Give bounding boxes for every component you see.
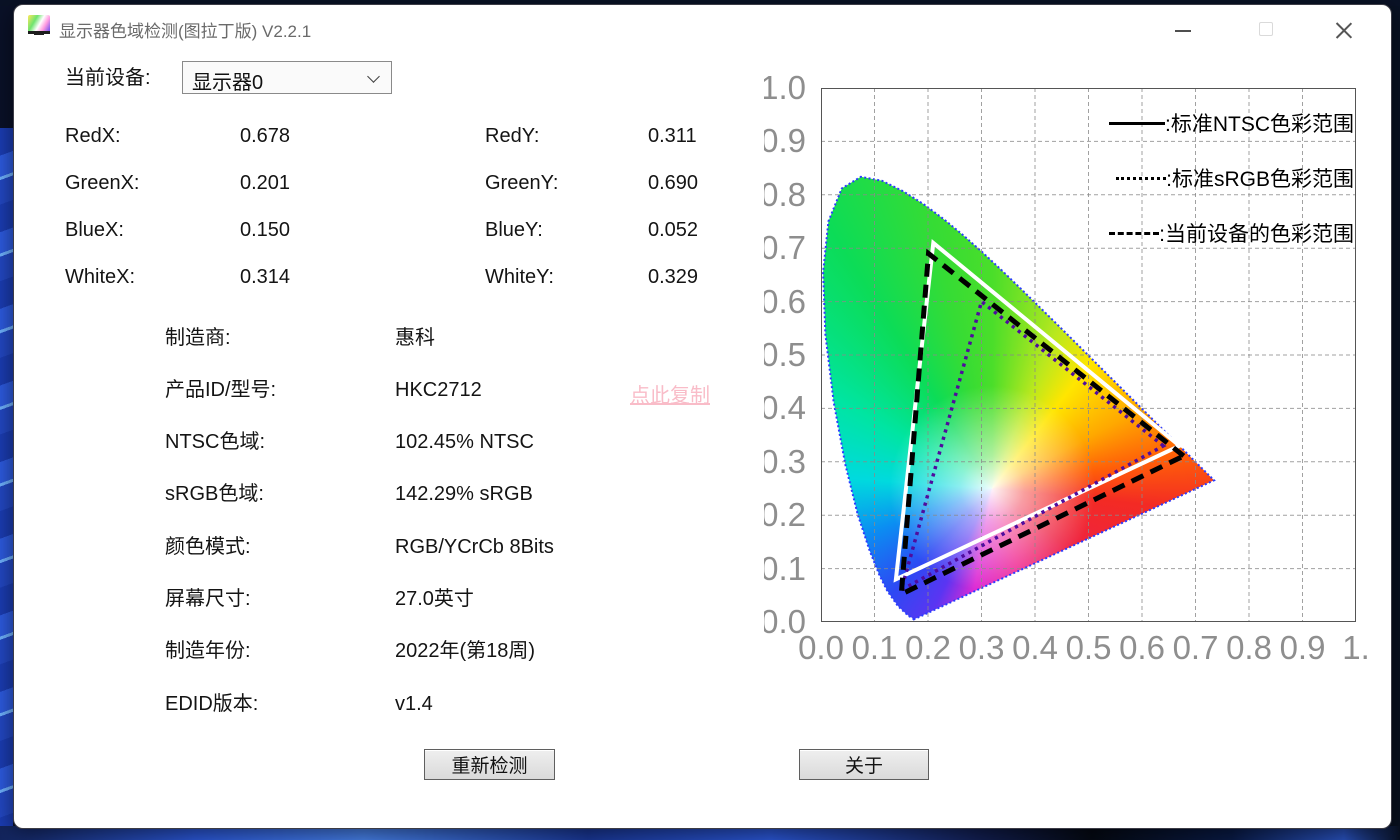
window-title: 显示器色域检测(图拉丁版) V2.2.1 [59,22,312,41]
legend-line-dashed-icon [1109,231,1160,235]
coord-value: 0.201 [240,172,291,194]
legend-item-device: :当前设备的色彩范围 [1109,218,1354,248]
coord-value: 0.150 [240,219,291,241]
redetect-button[interactable]: 重新检测 [424,749,555,780]
y-axis-tick-label: 0.4 [764,389,806,427]
device-select-value: 显示器0 [192,72,264,94]
maximize-button[interactable] [1249,14,1283,46]
close-button[interactable] [1327,14,1361,46]
info-value: RGB/YCrCb 8Bits [395,536,554,558]
info-value: 惠科 [395,327,435,349]
y-axis-tick-label: 0.7 [764,229,806,267]
y-axis-tick-label: 0.2 [764,496,806,534]
coord-value: 0.678 [240,125,291,147]
info-value: HKC2712 [395,379,482,401]
desktop: { "window": { "title": "显示器色域检测(图拉丁版) V2… [0,0,1400,840]
info-value: 142.29% sRGB [395,483,533,505]
coord-value: 0.052 [648,219,699,241]
y-axis-tick-label: 0.1 [764,549,806,587]
title-bar: 显示器色域检测(图拉丁版) V2.2.1 [13,4,1390,56]
gamut-triangle-0 [893,239,1184,583]
chevron-down-icon [367,70,380,83]
coord-label: WhiteY: [485,266,554,288]
legend-item-srgb: :标准sRGB色彩范围 [1116,163,1354,193]
coord-label: GreenY: [485,172,559,194]
monitor-app-icon [28,15,50,34]
info-value: 102.45% NTSC [395,431,534,453]
info-label: sRGB色域: [165,483,264,505]
y-axis-tick-label: 1.0 [764,69,806,106]
coord-label: GreenX: [65,172,140,194]
gamut-triangle-1 [898,298,1167,594]
info-label: 制造商: [165,327,231,349]
info-value: 2022年(第18周) [395,640,536,662]
legend-item-ntsc: :标准NTSC色彩范围 [1109,108,1354,138]
coord-value: 0.329 [648,266,699,288]
coord-label: WhiteX: [65,266,136,288]
y-axis-tick-label: 0.8 [764,175,806,213]
info-label: NTSC色域: [165,431,265,453]
maximize-icon [1259,22,1273,36]
y-axis-tick-label: 0.5 [764,336,806,373]
info-label: 制造年份: [165,640,251,662]
device-label: 当前设备: [65,67,151,89]
device-select[interactable]: 显示器0 [182,61,392,94]
legend-label: :标准sRGB色彩范围 [1166,168,1354,191]
chromaticity-chart: :标准NTSC色彩范围 :标准sRGB色彩范围 :当前设备的色彩范围 1.0 0.… [740,56,1380,672]
coord-value: 0.314 [240,266,291,288]
legend-label: :标准NTSC色彩范围 [1165,113,1354,136]
about-button[interactable]: 关于 [799,749,929,780]
legend-line-solid-icon [1109,121,1165,125]
minimize-button[interactable] [1167,14,1201,46]
x-axis-tick-label: 1. [1342,629,1370,666]
coord-label: BlueY: [485,219,543,241]
coord-value: 0.690 [648,172,699,194]
wallpaper-ribbon-left [0,128,13,828]
y-axis-tick-label: 0.3 [764,442,806,480]
info-label: 颜色模式: [165,536,251,558]
y-axis-tick-label: 0.6 [764,282,806,320]
legend-line-dotted-icon [1116,176,1167,180]
y-axis-tick-label: 0.9 [764,122,806,160]
info-label: EDID版本: [165,693,259,715]
info-value: v1.4 [395,693,433,715]
plot-area: :标准NTSC色彩范围 :标准sRGB色彩范围 :当前设备的色彩范围 [821,88,1356,622]
info-label: 屏幕尺寸: [165,588,251,610]
minimize-icon [1175,30,1191,32]
info-value: 27.0英寸 [395,588,474,610]
legend-label: :当前设备的色彩范围 [1159,223,1354,246]
copy-product-id-link[interactable]: 点此复制 [630,379,710,408]
coord-label: RedY: [485,125,540,147]
coord-label: BlueX: [65,219,124,241]
coord-label: RedX: [65,125,121,147]
gamut-triangle-2 [898,248,1189,599]
info-label: 产品ID/型号: [165,379,277,401]
coord-value: 0.311 [648,125,697,147]
